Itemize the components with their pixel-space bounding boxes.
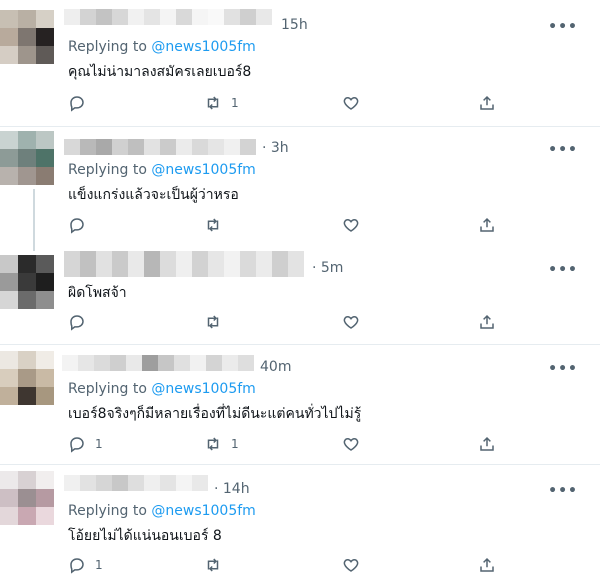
- tweet-text: ผิดโพสจ้า: [68, 285, 127, 301]
- share-icon: [480, 217, 494, 232]
- tweet[interactable]: 40m ••• Replying to @news1005fm เบอร์8จร…: [0, 345, 600, 464]
- retweet-button[interactable]: [204, 214, 231, 236]
- avatar[interactable]: [0, 10, 54, 64]
- share-button[interactable]: [478, 433, 496, 455]
- retweet-button[interactable]: 1: [204, 433, 239, 455]
- more-icon[interactable]: •••: [548, 361, 578, 377]
- like-button[interactable]: [342, 311, 360, 333]
- retweet-icon: [207, 96, 219, 110]
- retweet-button[interactable]: [204, 311, 231, 333]
- user-name[interactable]: [64, 251, 304, 277]
- user-name[interactable]: [62, 355, 254, 371]
- like-button[interactable]: [342, 433, 360, 455]
- user-name[interactable]: [64, 9, 272, 25]
- retweet-count: 1: [231, 437, 239, 451]
- tweet-text: เบอร์8จริงๆก็มีหลายเรื่องที่ไม่ดีนะแต่คน…: [68, 406, 362, 422]
- tweet-timestamp[interactable]: · 14h: [214, 481, 250, 497]
- like-button[interactable]: [342, 554, 360, 576]
- like-icon: [343, 218, 359, 232]
- share-icon: [480, 314, 494, 329]
- reply-count: 1: [95, 437, 103, 451]
- tweet-timestamp[interactable]: 15h: [281, 17, 308, 33]
- tweet-actions: [68, 214, 518, 236]
- like-icon: [343, 96, 359, 110]
- tweet-timestamp[interactable]: · 5m: [312, 260, 343, 276]
- reply-icon: [70, 437, 84, 453]
- mention-link[interactable]: @news1005fm: [151, 503, 255, 519]
- replying-to: Replying to @news1005fm: [68, 39, 256, 55]
- tweet[interactable]: · 14h ••• Replying to @news1005fm โอ้ยยไ…: [0, 465, 600, 579]
- retweet-icon: [207, 437, 219, 451]
- reply-button[interactable]: 1: [68, 554, 103, 576]
- tweet-text: โอ้ยยไม่ได้แน่นอนเบอร์ 8: [68, 528, 222, 544]
- like-icon: [343, 558, 359, 572]
- like-button[interactable]: [342, 214, 360, 236]
- replying-to: Replying to @news1005fm: [68, 162, 256, 178]
- tweet-text: แข็งแกร่งแล้วจะเป็นผู้ว่าหรอ: [68, 187, 239, 203]
- reply-button[interactable]: [68, 92, 95, 114]
- retweet-icon: [207, 558, 219, 572]
- reply-icon: [70, 96, 84, 112]
- like-icon: [343, 315, 359, 329]
- replying-to-label: Replying to: [68, 39, 147, 55]
- thread-connector: [33, 189, 35, 251]
- retweet-button[interactable]: [204, 554, 231, 576]
- retweet-icon: [207, 315, 219, 329]
- share-button[interactable]: [478, 214, 496, 236]
- replying-to: Replying to @news1005fm: [68, 381, 256, 397]
- tweet[interactable]: · 3h ••• Replying to @news1005fm แข็งแกร…: [0, 127, 600, 251]
- reply-count: 1: [95, 558, 103, 572]
- tweet-actions: 1 1: [68, 433, 518, 455]
- tweet-actions: 1: [68, 554, 518, 576]
- replying-to-label: Replying to: [68, 162, 147, 178]
- avatar[interactable]: [0, 255, 54, 309]
- replying-to: Replying to @news1005fm: [68, 503, 256, 519]
- reply-feed: 15h ••• Replying to @news1005fm คุณไม่น่…: [0, 0, 600, 579]
- mention-link[interactable]: @news1005fm: [151, 162, 255, 178]
- tweet-timestamp[interactable]: · 3h: [262, 140, 289, 156]
- share-button[interactable]: [478, 311, 496, 333]
- user-name[interactable]: [64, 139, 256, 155]
- reply-button[interactable]: [68, 311, 95, 333]
- retweet-count: 1: [231, 96, 239, 110]
- tweet-timestamp[interactable]: 40m: [260, 359, 291, 375]
- more-icon[interactable]: •••: [548, 262, 578, 278]
- avatar[interactable]: [0, 351, 54, 405]
- tweet-text: คุณไม่น่ามาลงสมัครเลยเบอร์8: [68, 64, 252, 80]
- like-button[interactable]: [342, 92, 360, 114]
- more-icon[interactable]: •••: [548, 19, 578, 35]
- retweet-button[interactable]: 1: [204, 92, 239, 114]
- reply-icon: [70, 315, 84, 331]
- tweet-actions: [68, 311, 518, 333]
- reply-icon: [70, 218, 84, 234]
- tweet[interactable]: 15h ••• Replying to @news1005fm คุณไม่น่…: [0, 0, 600, 126]
- tweet[interactable]: · 5m ••• ผิดโพสจ้า: [0, 243, 600, 344]
- replying-to-label: Replying to: [68, 503, 147, 519]
- replying-to-label: Replying to: [68, 381, 147, 397]
- like-icon: [343, 437, 359, 451]
- share-icon: [480, 95, 494, 110]
- avatar[interactable]: [0, 131, 54, 185]
- tweet-actions: 1: [68, 92, 518, 114]
- share-icon: [480, 557, 494, 572]
- more-icon[interactable]: •••: [548, 483, 578, 499]
- mention-link[interactable]: @news1005fm: [151, 381, 255, 397]
- more-icon[interactable]: •••: [548, 142, 578, 158]
- avatar[interactable]: [0, 471, 54, 525]
- share-button[interactable]: [478, 554, 496, 576]
- reply-icon: [70, 558, 84, 574]
- share-button[interactable]: [478, 92, 496, 114]
- reply-button[interactable]: [68, 214, 95, 236]
- mention-link[interactable]: @news1005fm: [151, 39, 255, 55]
- retweet-icon: [207, 218, 219, 232]
- share-icon: [480, 436, 494, 451]
- reply-button[interactable]: 1: [68, 433, 103, 455]
- user-name[interactable]: [64, 475, 208, 491]
